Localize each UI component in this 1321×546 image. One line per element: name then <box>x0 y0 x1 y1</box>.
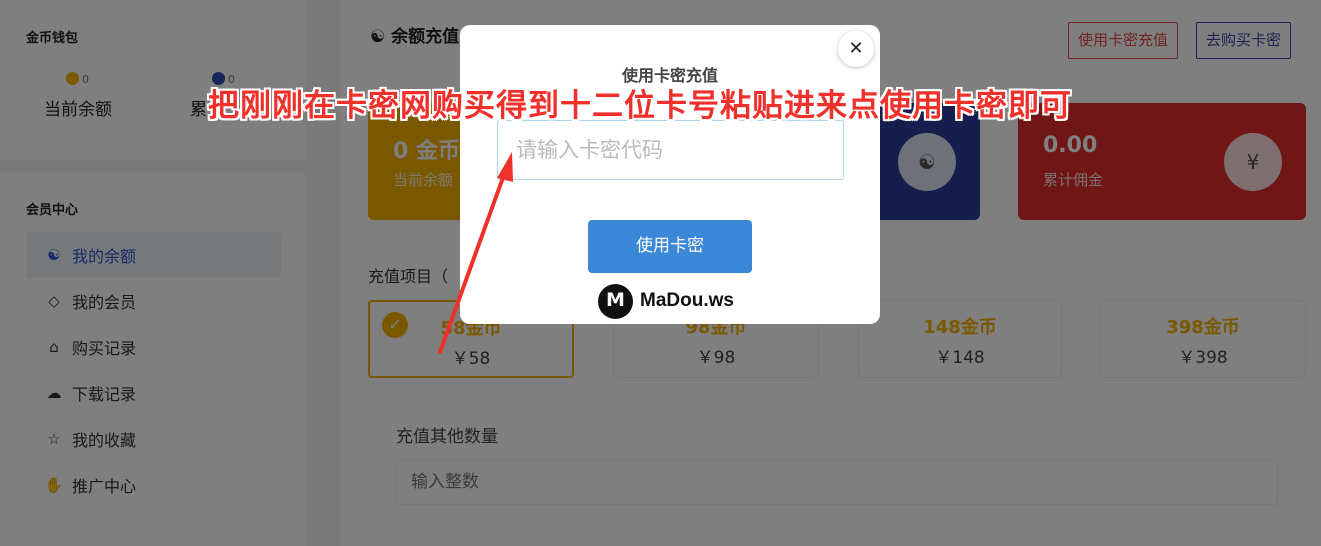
annotation-text: 把刚刚在卡密网购买得到十二位卡号粘贴进来点使用卡密即可 <box>208 88 1072 124</box>
